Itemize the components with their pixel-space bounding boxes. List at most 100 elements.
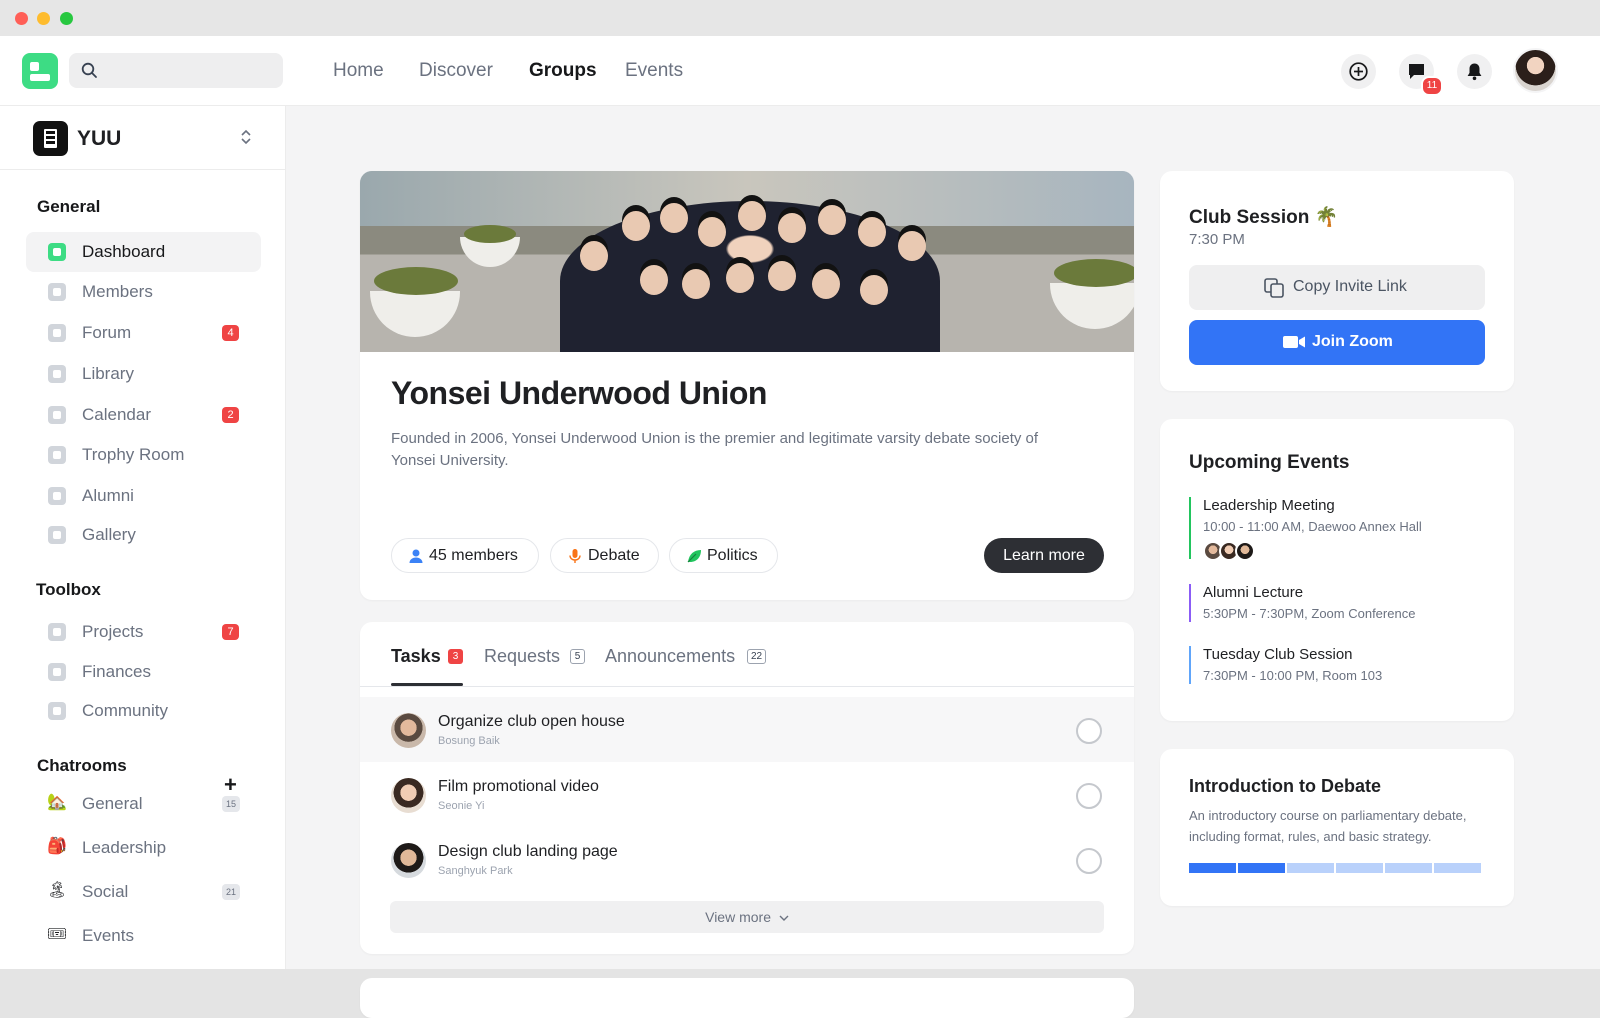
course-card[interactable]: Introduction to Debate An introductory c…: [1160, 749, 1514, 906]
next-card: [360, 978, 1134, 1018]
task-row[interactable]: Organize club open house Bosung Baik: [360, 697, 1134, 762]
sidebar-item-label: Events: [82, 926, 134, 945]
sidebar-item-calendar[interactable]: Calendar 2: [26, 395, 261, 435]
politics-pill[interactable]: Politics: [669, 538, 778, 573]
view-more-button[interactable]: View more: [390, 901, 1104, 933]
tabs-divider: [360, 686, 1134, 687]
messages-button[interactable]: 11: [1399, 54, 1443, 96]
sidebar-item-projects[interactable]: Projects 7: [26, 612, 261, 652]
sidebar-chat-events[interactable]: 🎟 Events: [26, 916, 261, 956]
join-zoom-button[interactable]: Join Zoom: [1189, 320, 1485, 365]
avatar: [391, 713, 426, 748]
person-icon: [409, 549, 423, 563]
tab-announcements[interactable]: Announcements: [605, 646, 735, 667]
members-icon: [48, 283, 66, 301]
sidebar-item-community[interactable]: Community: [26, 691, 261, 731]
sidebar-item-label: Trophy Room: [82, 445, 185, 464]
sidebar-item-label: Gallery: [82, 525, 136, 544]
sidebar-item-label: Alumni: [82, 486, 134, 505]
sidebar-item-label: Finances: [82, 662, 151, 681]
camera-icon: [48, 526, 66, 544]
tab-requests[interactable]: Requests: [484, 646, 560, 667]
session-title: Club Session 🌴: [1189, 205, 1338, 229]
search-box[interactable]: [69, 53, 283, 88]
learn-more-button[interactable]: Learn more: [984, 538, 1104, 573]
upcoming-events-card: Upcoming Events Leadership Meeting 10:00…: [1160, 419, 1514, 721]
sidebar-item-library[interactable]: Library: [26, 354, 261, 394]
task-assignee: Sanghyuk Park: [438, 865, 513, 877]
sidebar-item-label: Library: [82, 364, 134, 383]
org-switcher[interactable]: YUU: [0, 106, 286, 170]
progress-segment: [1385, 863, 1432, 873]
briefcase-icon: [48, 623, 66, 641]
forum-icon: [48, 324, 66, 342]
nav-discover[interactable]: Discover: [419, 60, 493, 82]
event-item[interactable]: Tuesday Club Session 7:30PM - 10:00 PM, …: [1189, 646, 1489, 684]
nav-groups[interactable]: Groups: [529, 60, 597, 82]
event-item[interactable]: Leadership Meeting 10:00 - 11:00 AM, Dae…: [1189, 497, 1489, 561]
event-color-bar: [1189, 646, 1191, 684]
sidebar-chat-social[interactable]: 🏝 Social 21: [26, 872, 261, 912]
avatar: [391, 843, 426, 878]
task-assignee: Seonie Yi: [438, 800, 485, 812]
club-session-card: Club Session 🌴 7:30 PM Copy Invite Link …: [1160, 171, 1514, 391]
avatar: [1235, 541, 1255, 561]
close-window-button[interactable]: [15, 12, 28, 25]
section-chatrooms: Chatrooms: [37, 756, 127, 775]
nav-home[interactable]: Home: [333, 60, 384, 82]
sidebar-item-alumni[interactable]: Alumni: [26, 476, 261, 516]
user-avatar[interactable]: [1513, 48, 1558, 93]
task-title: Organize club open house: [438, 713, 625, 730]
sidebar-item-label: Calendar: [82, 405, 151, 424]
sidebar-chat-general[interactable]: 🏡 General 15: [26, 784, 261, 824]
task-complete-checkbox[interactable]: [1076, 783, 1102, 809]
notifications-button[interactable]: [1457, 54, 1492, 89]
sidebar-item-finances[interactable]: Finances: [26, 652, 261, 692]
library-icon: [48, 365, 66, 383]
forum-badge: 4: [222, 325, 239, 341]
chat-count: 21: [222, 884, 240, 900]
copy-invite-link-button[interactable]: Copy Invite Link: [1189, 265, 1485, 310]
sidebar-item-gallery[interactable]: Gallery: [26, 515, 261, 555]
task-complete-checkbox[interactable]: [1076, 848, 1102, 874]
task-title: Film promotional video: [438, 778, 599, 795]
task-row[interactable]: Design club landing page Sanghyuk Park: [360, 827, 1134, 892]
task-row[interactable]: Film promotional video Seonie Yi: [360, 762, 1134, 827]
sidebar-item-trophy-room[interactable]: Trophy Room: [26, 435, 261, 475]
politics-tag: Politics: [707, 547, 758, 564]
sidebar-item-dashboard[interactable]: Dashboard: [26, 232, 261, 272]
course-description: An introductory course on parliamentary …: [1189, 808, 1467, 844]
app-logo[interactable]: [22, 53, 58, 89]
leaf-icon: [687, 550, 701, 563]
sidebar-chat-leadership[interactable]: 🎒 Leadership: [26, 828, 261, 868]
chat-count: 15: [222, 796, 240, 812]
avatar: [391, 778, 426, 813]
tab-tasks[interactable]: Tasks: [391, 646, 441, 667]
backpack-icon: 🎒: [47, 838, 67, 855]
nav-events[interactable]: Events: [625, 60, 683, 82]
create-button[interactable]: [1341, 54, 1376, 89]
task-complete-checkbox[interactable]: [1076, 718, 1102, 744]
group-name: Yonsei Underwood Union: [391, 375, 767, 411]
debate-pill[interactable]: Debate: [550, 538, 659, 573]
session-title-text: Club Session: [1189, 207, 1310, 228]
progress-segment: [1434, 863, 1481, 873]
minimize-window-button[interactable]: [37, 12, 50, 25]
section-toolbox: Toolbox: [36, 580, 101, 599]
sidebar: YUU General Dashboard Members Forum 4 Li…: [0, 106, 286, 969]
events-title: Upcoming Events: [1189, 452, 1350, 473]
debate-tag: Debate: [588, 547, 640, 564]
event-item[interactable]: Alumni Lecture 5:30PM - 7:30PM, Zoom Con…: [1189, 584, 1489, 622]
sidebar-item-members[interactable]: Members: [26, 272, 261, 312]
trophy-icon: [48, 446, 66, 464]
search-input[interactable]: [109, 53, 277, 88]
building-icon: [33, 121, 68, 156]
projects-badge: 7: [222, 624, 239, 640]
progress-segment: [1336, 863, 1383, 873]
maximize-window-button[interactable]: [60, 12, 73, 25]
event-detail: 7:30PM - 10:00 PM, Room 103: [1203, 668, 1383, 683]
members-pill[interactable]: 45 members: [391, 538, 539, 573]
section-general: General: [37, 197, 101, 216]
tasks-card: Tasks 3 Requests 5 Announcements 22 Orga…: [360, 622, 1134, 954]
sidebar-item-forum[interactable]: Forum 4: [26, 313, 261, 353]
